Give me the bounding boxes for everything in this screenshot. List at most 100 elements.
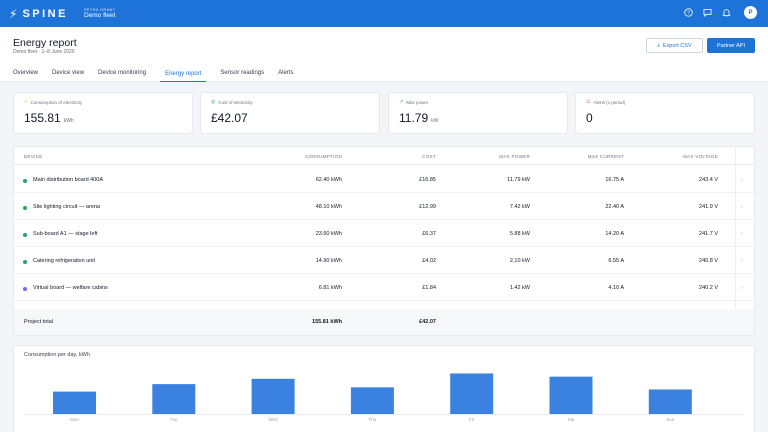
x-tick-label: Thu [369,417,377,422]
warning-icon: ⚠ [586,99,591,105]
header-max-power[interactable]: MAX POWER [470,154,530,159]
table-row[interactable]: Site lighting circuit — arena 48.10 kWh £1… [14,193,754,220]
tab-energy-report[interactable]: Energy report [160,67,207,82]
logo-text: SPINE [22,7,68,20]
project-switcher[interactable]: PETRA GRANT Demo fleet [83,6,116,20]
cell-cost: £12.99 [419,204,436,210]
download-icon: ⤓ [657,42,660,48]
bar-fri[interactable] [450,373,494,414]
header-max-current[interactable]: MAX CURRENT [560,154,624,159]
bar-mon[interactable] [53,391,96,414]
cell-max-current: 22.40 A [605,204,624,210]
cell-max-power: 1.42 kW [509,285,530,291]
device-name[interactable]: Virtual board — welfare cabins [33,285,108,291]
kpi-unit: kWh [63,118,74,124]
cell-max-current: 4.10 A [608,285,624,291]
cell-max-current: 6.55 A [608,258,624,264]
page-title: Energy report [13,37,77,49]
table-row[interactable]: Virtual board — welfare cabins 6.81 kWh £1… [14,274,754,301]
kpi-label: Max power [406,100,429,105]
header-max-voltage[interactable]: MAX VOLTAGE [652,154,718,159]
device-name[interactable]: Sub-board A1 — stage left [33,231,98,237]
bolt-logo-icon: ⚡ [9,6,18,21]
tab-device-view[interactable]: Device view [52,67,84,82]
cell-consumption: 48.10 kWh [315,204,342,210]
cell-consumption: 62.40 kWh [315,177,342,183]
status-dot [23,206,27,210]
x-tick-label: Tue [170,417,178,422]
device-name[interactable]: Site lighting circuit — arena [33,204,100,210]
bar-wed[interactable] [251,378,295,414]
row-chevron-icon[interactable]: › [741,258,743,264]
total-label: Project total [24,319,54,325]
total-row: Project total 155.81 kWh £42.07 [14,309,754,335]
bar-thu[interactable] [350,387,394,414]
device-name[interactable]: Catering refrigeration unit [33,258,95,264]
x-tick-label: Wed [269,417,279,422]
cell-max-voltage: 243.4 V [699,177,718,183]
kpi-value: 0 [586,111,593,125]
kpi-consumption: ⚡ Consumption of electricity 155.81 kWh [14,93,192,133]
help-icon[interactable]: ? [683,8,693,18]
kpi-cost: ◎ Cost of electricity £42.07 [201,93,379,133]
bar-sat[interactable] [549,376,593,414]
tab-overview[interactable]: Overview [13,67,38,82]
cell-cost: £6.37 [422,231,436,237]
bar-tue[interactable] [152,384,196,414]
kpi-max-power: ↗ Max power 11.79 kW [389,93,567,133]
top-bar: ⚡ SPINE PETRA GRANT Demo fleet ? P [0,0,768,27]
device-name[interactable]: Main distribution board 400A [33,177,103,183]
row-chevron-icon[interactable]: › [741,231,743,237]
x-tick-label: Mon [70,417,79,422]
kpi-label: Cost of electricity [218,100,253,105]
header-consumption[interactable]: CONSUMPTION [274,154,342,159]
x-tick-label: Sun [666,417,675,422]
row-chevron-icon[interactable]: › [741,177,743,183]
table-row[interactable]: Catering refrigeration unit 14.90 kWh £4.0… [14,247,754,274]
status-dot [23,260,27,264]
cell-max-power: 5.88 kW [509,231,530,237]
table-header: DEVICE CONSUMPTION COST MAX POWER MAX CU… [14,147,754,165]
cell-max-current: 16.75 A [605,177,624,183]
cell-consumption: 14.90 kWh [315,258,342,264]
cell-cost: £16.85 [419,177,436,183]
kpi-alerts: ⚠ Alerts (x period) 0 [576,93,754,133]
header-cost[interactable]: COST [386,154,436,159]
cell-max-current: 14.20 A [605,231,624,237]
tab-alerts[interactable]: Alerts [278,67,293,82]
row-chevron-icon[interactable]: › [741,204,743,210]
export-csv-button[interactable]: ⤓ Export CSV [646,38,703,53]
avatar[interactable]: P [744,6,757,19]
coin-icon: ◎ [211,99,216,105]
total-consumption: 155.81 kWh [312,319,342,325]
status-dot [23,233,27,237]
tab-device-monitoring[interactable]: Device monitoring [98,67,146,82]
cell-max-voltage: 240.2 V [699,285,718,291]
row-chevron-icon[interactable]: › [741,285,743,291]
table-row[interactable]: Sub-board A1 — stage left 23.60 kWh £6.37 5… [14,220,754,247]
page-header: Energy report Demo fleet · 1–8 June 2026… [0,27,768,82]
cell-max-power: 7.42 kW [509,204,530,210]
chat-icon[interactable] [702,8,712,18]
bell-icon[interactable] [721,8,731,18]
project-name: Demo fleet [83,11,116,19]
bar-sun[interactable] [648,389,692,414]
x-tick-label: Fri [469,417,474,422]
kpi-value: £42.07 [211,111,248,125]
project-label: PETRA GRANT [83,6,116,12]
header-device[interactable]: DEVICE [24,154,43,159]
status-dot [23,287,27,291]
tab-sensor-readings[interactable]: Sensor readings [220,67,264,82]
kpi-label: Alerts (x period) [593,100,626,105]
kpi-value: 11.79 [399,111,429,125]
app-logo[interactable]: ⚡ SPINE [9,8,68,20]
daily-consumption-chart: Consumption per day, kWh Mon Tue Wed Thu Fri… [14,346,754,432]
partner-api-button[interactable]: Partner API [707,38,755,53]
cell-max-power: 2.10 kW [509,258,530,264]
cell-max-power: 11.79 kW [507,177,530,183]
kpi-label: Consumption of electricity [30,100,83,105]
kpi-value: 155.81 [24,111,61,125]
page-subtitle: Demo fleet · 1–8 June 2026 [13,49,75,55]
bolt-icon: ⚡ [24,99,28,105]
table-row[interactable]: Main distribution board 400A 62.40 kWh £16… [14,166,754,193]
